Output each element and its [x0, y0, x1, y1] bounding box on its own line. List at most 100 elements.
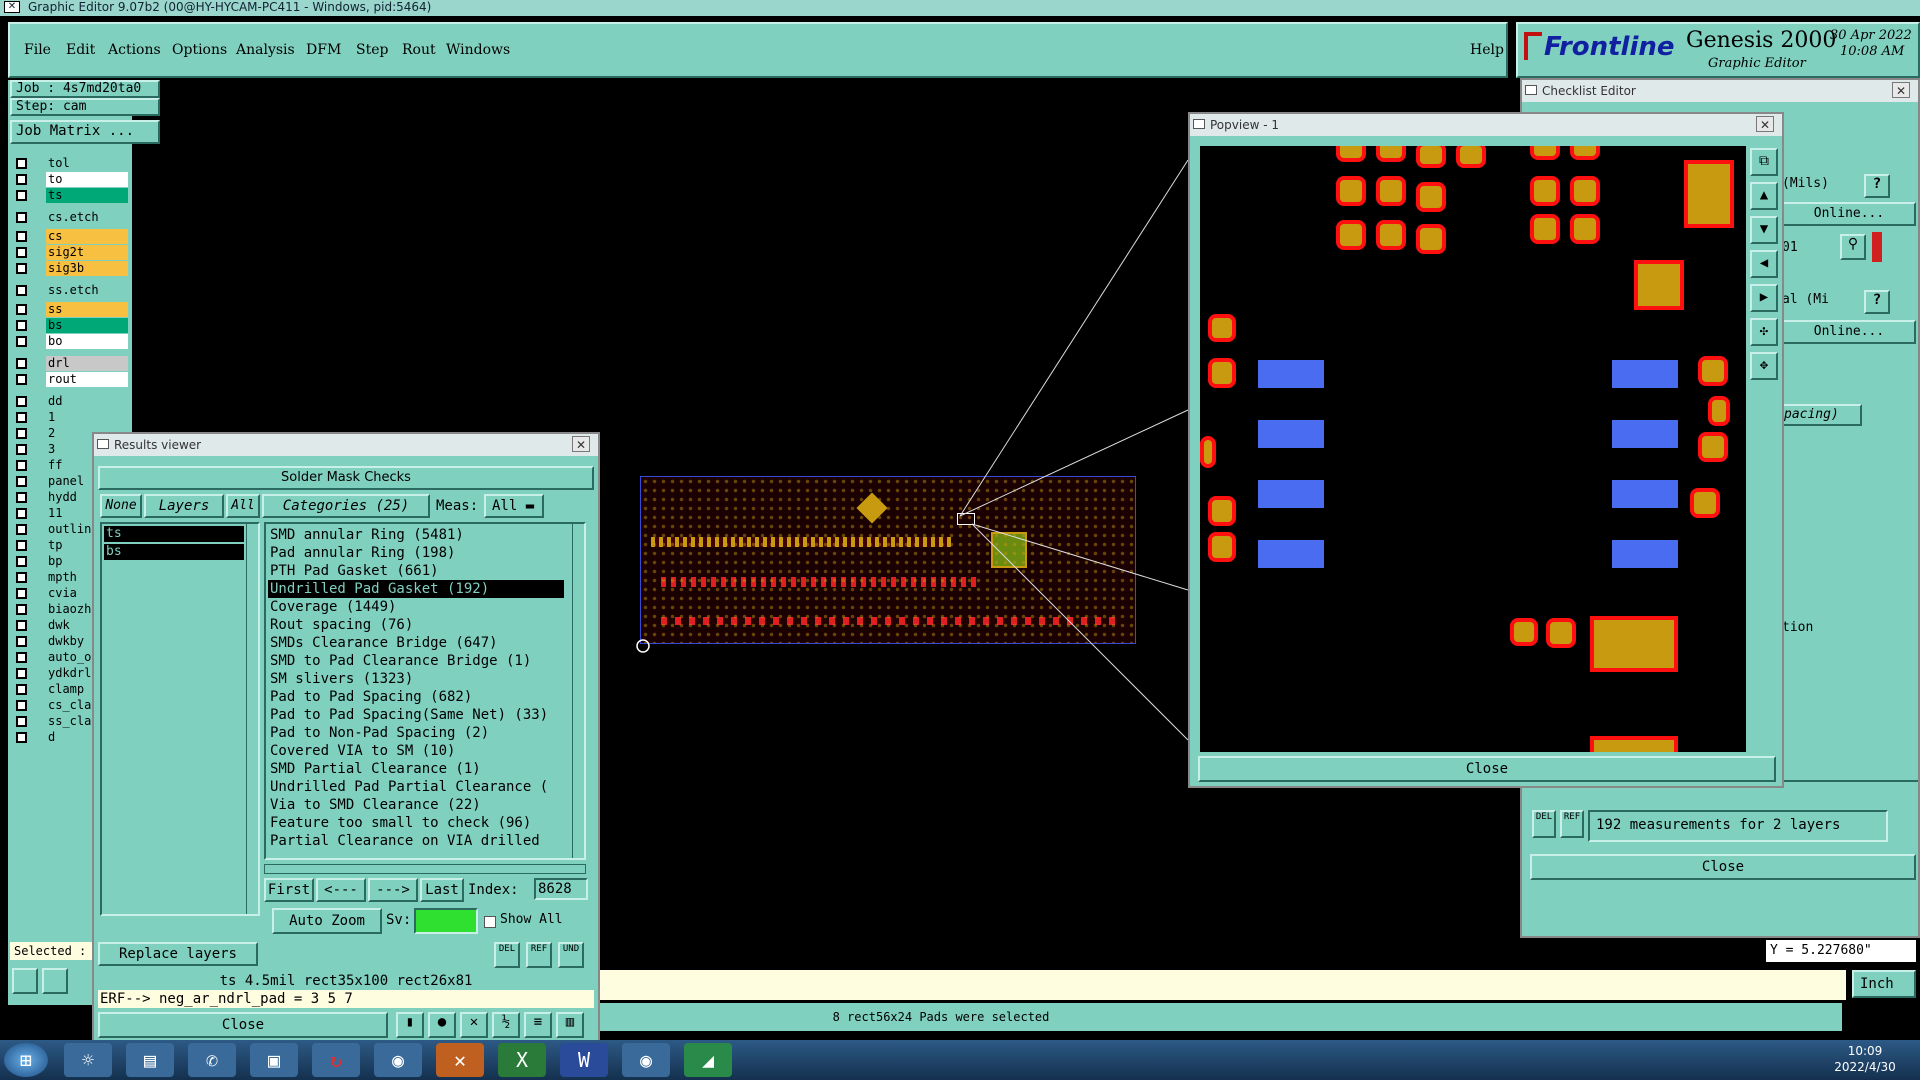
- record-icon[interactable]: ●: [428, 1012, 456, 1038]
- prev-button[interactable]: <---: [316, 878, 366, 902]
- notepad-icon[interactable]: ▤: [126, 1043, 174, 1077]
- category-item[interactable]: Pad to Pad Spacing(Same Net) (33): [268, 706, 548, 724]
- help-icon[interactable]: ?: [1864, 290, 1890, 314]
- eye-icon[interactable]: ◉: [374, 1043, 422, 1077]
- result-layer-bs[interactable]: bs: [104, 544, 244, 560]
- report-icon[interactable]: ≡: [524, 1012, 552, 1038]
- del-icon[interactable]: DEL: [494, 942, 520, 968]
- refresh-icon[interactable]: ↻: [312, 1043, 360, 1077]
- pad: [1376, 146, 1406, 162]
- category-item[interactable]: SMD annular Ring (5481): [268, 526, 464, 544]
- index-input[interactable]: 8628: [534, 878, 588, 900]
- scrollbar[interactable]: [246, 524, 258, 914]
- pan-right-icon[interactable]: ▶: [1750, 284, 1778, 312]
- category-item[interactable]: Via to SMD Clearance (22): [268, 796, 481, 814]
- category-item[interactable]: SM slivers (1323): [268, 670, 413, 688]
- category-item[interactable]: Undrilled Pad Partial Clearance (: [268, 778, 548, 796]
- word-icon[interactable]: W: [560, 1043, 608, 1077]
- next-button[interactable]: --->: [368, 878, 418, 902]
- close-icon[interactable]: ✕: [572, 436, 590, 452]
- pan-up-icon[interactable]: ▲: [1750, 182, 1778, 210]
- feature-info: ts 4.5mil rect35x100 rect26x81: [219, 973, 473, 989]
- chart-icon[interactable]: ▮: [396, 1012, 424, 1038]
- pad: [1698, 356, 1728, 386]
- genesis-icon[interactable]: ✕: [436, 1043, 484, 1077]
- shell-icon[interactable]: ☼: [64, 1043, 112, 1077]
- zoom-in-icon[interactable]: ✣: [1750, 318, 1778, 346]
- auto-zoom-dropdown[interactable]: Auto Zoom: [272, 908, 382, 934]
- online-button-1[interactable]: Online...: [1782, 202, 1916, 226]
- pad: [1200, 436, 1216, 468]
- zoom-icon[interactable]: ⚲: [1840, 234, 1866, 260]
- selected-pad: [1258, 480, 1324, 508]
- units-dropdown[interactable]: Inch: [1852, 970, 1916, 998]
- category-item[interactable]: SMD Partial Clearance (1): [268, 760, 481, 778]
- pan-left-icon[interactable]: ◀: [1750, 250, 1778, 278]
- ref-icon[interactable]: REF: [1560, 810, 1584, 838]
- excel-icon[interactable]: X: [498, 1043, 546, 1077]
- scrollbar[interactable]: [572, 524, 584, 858]
- histogram-icon[interactable]: ▥: [556, 1012, 584, 1038]
- checklist-title-bar: Checklist Editor ✕: [1522, 80, 1918, 102]
- pad: [1376, 176, 1406, 206]
- result-layer-ts[interactable]: ts: [104, 526, 244, 542]
- layers-button[interactable]: Layers: [144, 494, 224, 518]
- category-item[interactable]: Pad annular Ring (198): [268, 544, 455, 562]
- measurements-label: 192 measurements for 2 layers: [1588, 810, 1888, 842]
- first-button[interactable]: First: [264, 878, 314, 902]
- del-icon[interactable]: DEL: [1532, 810, 1556, 838]
- results-close-button[interactable]: Close: [98, 1012, 388, 1038]
- pan-down-icon[interactable]: ▼: [1750, 216, 1778, 244]
- all-button[interactable]: All: [226, 494, 260, 518]
- online-button-2[interactable]: Online...: [1782, 320, 1916, 344]
- popview-close-button[interactable]: Close: [1198, 756, 1776, 782]
- window-icon: [97, 439, 109, 449]
- replace-layers-dropdown[interactable]: Replace layers: [98, 942, 258, 966]
- viewer-icon[interactable]: ◉: [622, 1043, 670, 1077]
- messenger-icon[interactable]: ✆: [188, 1043, 236, 1077]
- show-all-checkbox[interactable]: [484, 916, 496, 928]
- pad: [1336, 146, 1366, 162]
- popview-canvas[interactable]: [1200, 146, 1746, 752]
- selected-pad: [1612, 540, 1678, 568]
- category-item[interactable]: Covered VIA to SM (10): [268, 742, 455, 760]
- clear-icon[interactable]: ✕: [460, 1012, 488, 1038]
- close-icon[interactable]: ✕: [1756, 116, 1774, 132]
- save-icon[interactable]: ▣: [250, 1043, 298, 1077]
- none-button[interactable]: None: [100, 494, 142, 518]
- pad: [1690, 488, 1720, 518]
- category-item[interactable]: Coverage (1449): [268, 598, 396, 616]
- close-icon[interactable]: ✕: [1892, 82, 1910, 98]
- pad: [1416, 182, 1446, 212]
- status-bar: 8 rect56x24 Pads were selected: [600, 1003, 1842, 1031]
- category-item[interactable]: Partial Clearance on VIA drilled: [268, 832, 540, 850]
- category-item[interactable]: Pad to Pad Spacing (682): [268, 688, 472, 706]
- sv-color-selector[interactable]: [414, 908, 478, 934]
- taskbar: ⊞ ☼ ▤ ✆ ▣ ↻ ◉ ✕ X W ◉ ◢ 10:09 2022/4/30: [0, 1040, 1920, 1080]
- category-item[interactable]: Undrilled Pad Gasket (192): [268, 580, 564, 598]
- horizontal-scrollbar[interactable]: [264, 864, 586, 874]
- pad: [1708, 396, 1730, 426]
- categories-button[interactable]: Categories (25): [262, 494, 430, 518]
- app-icon[interactable]: ◢: [684, 1043, 732, 1077]
- checklist-close-button[interactable]: Close: [1530, 854, 1916, 880]
- help-icon[interactable]: ?: [1864, 174, 1890, 198]
- category-item[interactable]: Feature too small to check (96): [268, 814, 531, 832]
- meas-dropdown[interactable]: All ▬: [484, 494, 544, 518]
- category-item[interactable]: Pad to Non-Pad Spacing (2): [268, 724, 489, 742]
- number-icon[interactable]: ½: [492, 1012, 520, 1038]
- pad: [1336, 220, 1366, 250]
- category-item[interactable]: Rout spacing (76): [268, 616, 413, 634]
- category-item[interactable]: SMD to Pad Clearance Bridge (1): [268, 652, 531, 670]
- undo-icon[interactable]: UND: [558, 942, 584, 968]
- category-item[interactable]: SMDs Clearance Bridge (647): [268, 634, 498, 652]
- spacing-button[interactable]: pacing): [1782, 404, 1862, 426]
- zoom-fit-icon[interactable]: ⧉: [1750, 148, 1778, 176]
- pad: [1208, 358, 1236, 388]
- results-title-bar: Results viewer ✕: [94, 434, 598, 456]
- category-item[interactable]: PTH Pad Gasket (661): [268, 562, 439, 580]
- ref-icon[interactable]: REF: [526, 942, 552, 968]
- zoom-out-icon[interactable]: ✥: [1750, 352, 1778, 380]
- last-button[interactable]: Last: [420, 878, 464, 902]
- start-icon[interactable]: ⊞: [4, 1043, 48, 1077]
